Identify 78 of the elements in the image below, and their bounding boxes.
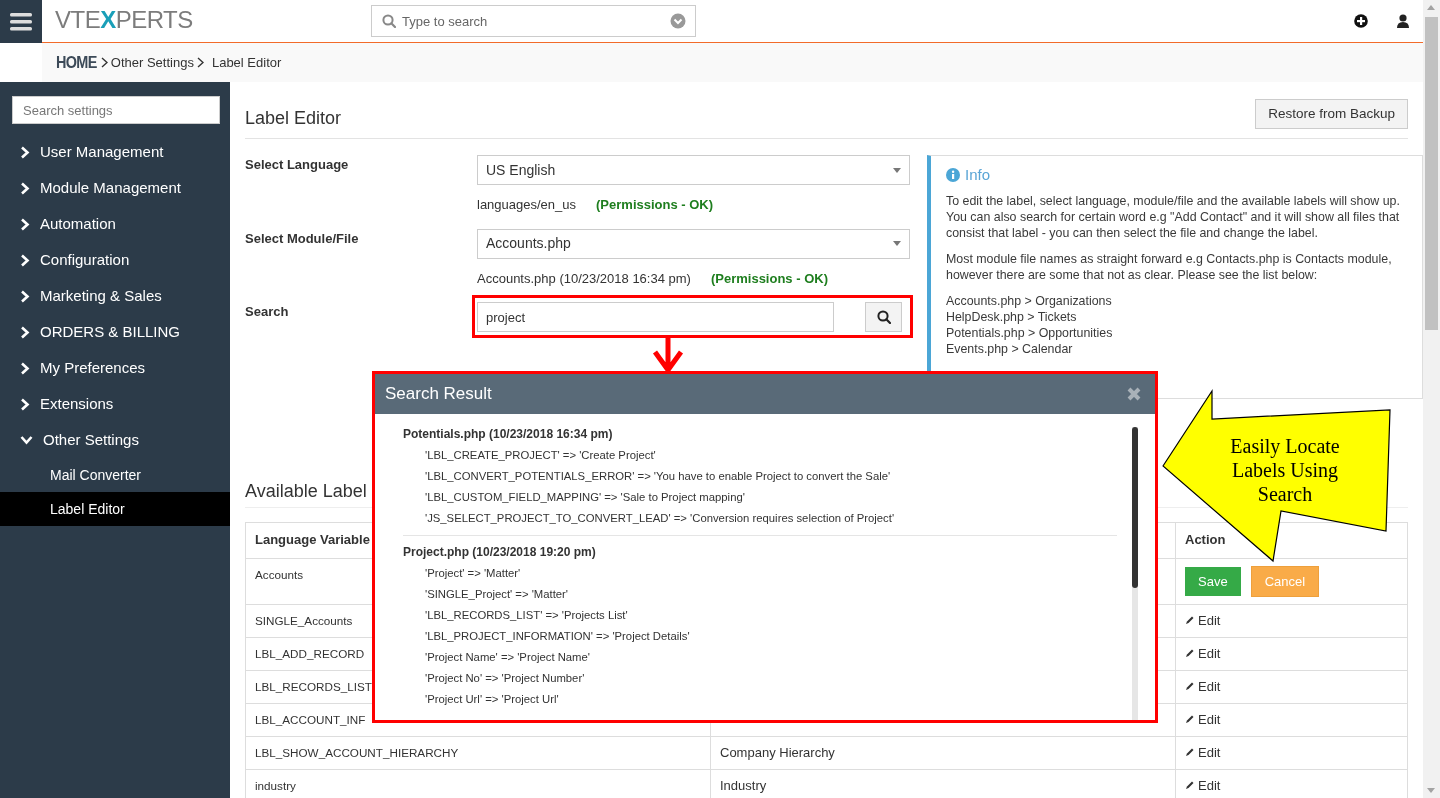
search-icon — [382, 14, 396, 28]
file-path: Accounts.php (10/23/2018 16:34 pm) — [477, 269, 691, 288]
breadcrumb-link[interactable]: Other Settings — [110, 52, 194, 73]
edit-link[interactable]: Edit — [1185, 677, 1221, 695]
menu-icon[interactable] — [10, 12, 32, 31]
page-scrollbar[interactable] — [1423, 0, 1440, 798]
sidebar-subitem[interactable]: Label Editor — [0, 492, 230, 526]
dialog-title: Search Result — [385, 383, 492, 406]
mapping-text: Accounts.php > Organizations — [946, 292, 1113, 309]
mapping-text: HelpDesk.php > Tickets — [946, 308, 1078, 325]
result-entry: 'Project' => 'Matter' — [424, 566, 522, 581]
result-entry: 'LBL_CREATE_PROJECT' => 'Create Project' — [424, 448, 657, 463]
result-entry: 'Project Name' => 'Project Name' — [424, 650, 591, 665]
search-input[interactable]: project — [477, 302, 834, 332]
logo[interactable]: VTEXPERTS — [55, 8, 193, 33]
breadcrumb-current: Label Editor — [211, 53, 282, 72]
sidebar-item[interactable]: My Preferences — [0, 350, 230, 386]
edit-link[interactable]: Edit — [1185, 611, 1221, 629]
pencil-icon — [1185, 714, 1195, 725]
mapping-text: Potentials.php > Opportunities — [946, 324, 1114, 341]
pencil-icon — [1185, 681, 1195, 692]
result-file: Potentials.php (10/23/2018 16:34 pm) — [403, 426, 614, 443]
page-title: Label Editor — [245, 107, 342, 130]
edit-link[interactable]: Edit — [1185, 776, 1221, 794]
sidebar-item[interactable]: User Management — [0, 134, 230, 170]
pencil-icon — [1185, 648, 1195, 659]
result-entry: 'LBL_RECORDS_LIST' => 'Projects List' — [424, 608, 629, 623]
result-file: Project.php (10/23/2018 19:20 pm) — [403, 544, 597, 561]
chevron-right-icon — [196, 57, 204, 68]
edit-link[interactable]: Edit — [1185, 743, 1221, 761]
info-title: Info — [965, 165, 991, 185]
info-text: To edit the label, select language, module/file and the available labels will show up. You can also search for certain word e.g "Add Contact" and it will show all files that consist that label - you can then select the file and change the label. — [946, 192, 1401, 241]
dropdown-icon[interactable] — [670, 13, 686, 29]
sidebar-item[interactable]: Module Management — [0, 170, 230, 206]
sidebar-item[interactable]: Configuration — [0, 242, 230, 278]
caret-icon — [893, 167, 901, 173]
chevron-right-icon — [100, 57, 108, 68]
edit-link[interactable]: Edit — [1185, 710, 1221, 728]
table-cell: Company Hierarchy — [710, 736, 1176, 770]
table-cell: industry — [245, 769, 711, 798]
table-cell: LBL_SHOW_ACCOUNT_HIERARCHY — [245, 736, 711, 770]
field-label: Select Module/File — [245, 229, 360, 248]
caret-icon — [893, 241, 901, 246]
sidebar-item[interactable]: Marketing & Sales — [0, 278, 230, 314]
sidebar-subitem[interactable]: Mail Converter — [0, 458, 230, 492]
pencil-icon — [1185, 615, 1195, 626]
sidebar-item[interactable]: Extensions — [0, 386, 230, 422]
home-link[interactable]: HOME — [56, 49, 97, 76]
sidebar-item[interactable]: ORDERS & BILLING — [0, 314, 230, 350]
file-path: languages/en_us — [477, 196, 577, 214]
permission-status: (Permissions - OK) — [710, 269, 828, 288]
sidebar-item[interactable]: Automation — [0, 206, 230, 242]
pencil-icon — [1185, 780, 1195, 791]
add-icon[interactable] — [1354, 14, 1368, 28]
permission-status: (Permissions - OK) — [596, 196, 714, 214]
select-field[interactable]: Accounts.php — [477, 228, 910, 259]
close-icon[interactable] — [1127, 387, 1141, 401]
field-label: Select Language — [245, 156, 350, 174]
info-icon — [946, 168, 960, 183]
restore-button[interactable]: Restore from Backup — [1255, 98, 1408, 130]
menu-button[interactable] — [0, 0, 42, 43]
result-entry: 'Project No' => 'Project Number' — [424, 671, 586, 686]
dialog-scrollbar[interactable] — [1132, 427, 1138, 720]
select-field[interactable]: US English — [477, 155, 910, 185]
field-label: Search — [245, 303, 290, 321]
result-entry: 'LBL_CUSTOM_FIELD_MAPPING' => 'Sale to Project mapping' — [424, 490, 746, 505]
search-button[interactable] — [865, 302, 902, 332]
search-field[interactable]: Search settings — [12, 96, 220, 124]
result-entry: 'LBL_CONVERT_POTENTIALS_ERROR' => 'You have to enable Project to convert the Sale' — [424, 469, 892, 484]
search-icon — [876, 310, 891, 324]
result-entry: 'SINGLE_Project' => 'Matter' — [424, 587, 569, 602]
edit-link[interactable]: Edit — [1185, 644, 1221, 662]
mapping-text: Events.php > Calendar — [946, 340, 1074, 357]
info-text: Most module file names as straight forward e.g Contacts.php is Contacts module, however there are some that not as clear. Please see the list below: — [946, 250, 1393, 283]
pencil-icon — [1185, 747, 1195, 758]
search-field[interactable]: Type to search — [371, 5, 696, 37]
user-icon[interactable] — [1397, 14, 1409, 28]
sidebar-item[interactable]: Other Settings — [0, 422, 230, 458]
